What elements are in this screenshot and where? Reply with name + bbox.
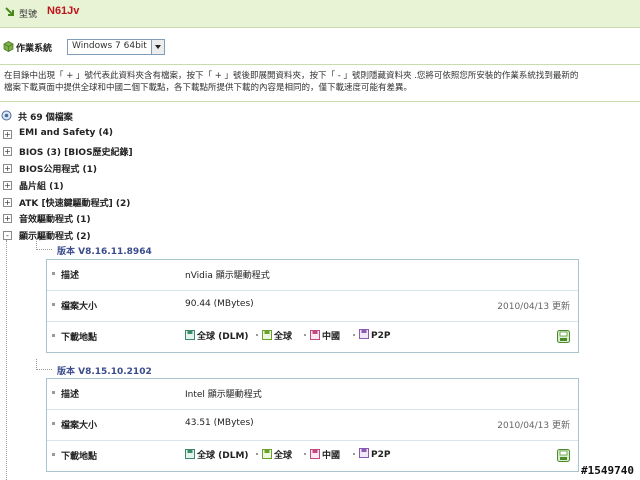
version-label: 版本 V8.16.11.8964 bbox=[57, 247, 152, 257]
size-label: 檔案大小 bbox=[61, 302, 98, 312]
dropdown-button[interactable] bbox=[151, 40, 164, 54]
link-label[interactable]: 中國 bbox=[322, 451, 340, 461]
link-label[interactable]: P2P bbox=[371, 331, 390, 341]
os-select-value: Windows 7 64bit bbox=[72, 41, 147, 51]
save-icon[interactable] bbox=[557, 330, 570, 343]
expand-icon[interactable]: + bbox=[3, 181, 12, 190]
tree-root-icon bbox=[1, 110, 12, 121]
model-label: 型號 bbox=[19, 10, 38, 20]
separator-dot bbox=[353, 453, 355, 455]
separator-dot bbox=[304, 334, 306, 336]
category-label[interactable]: ATK [快速鍵驅動程式] (2) bbox=[19, 196, 130, 209]
description-value: nVidia 顯示驅動程式 bbox=[185, 271, 270, 281]
disk-icon bbox=[185, 449, 195, 459]
description-label: 描述 bbox=[61, 390, 80, 400]
disk-icon bbox=[359, 329, 369, 339]
version-label: 版本 V8.15.10.2102 bbox=[57, 367, 152, 377]
size-row: 檔案大小 43.51 (MBytes) 2010/04/13 更新 bbox=[47, 410, 578, 441]
link-label[interactable]: 全球 (DLM) bbox=[197, 332, 249, 342]
disk-icon bbox=[185, 330, 195, 340]
link-label[interactable]: 中國 bbox=[322, 332, 340, 342]
bullet bbox=[52, 272, 55, 275]
bullet bbox=[52, 453, 55, 456]
disk-icon bbox=[262, 330, 272, 340]
expand-icon[interactable]: + bbox=[3, 198, 12, 207]
category-label[interactable]: 音效驅動程式 (1) bbox=[19, 212, 91, 225]
link-label[interactable]: 全球 bbox=[274, 451, 292, 461]
chevron-down-icon bbox=[155, 45, 161, 49]
disk-icon bbox=[310, 330, 320, 340]
update-date: 2010/04/13 更新 bbox=[497, 421, 570, 431]
category-label[interactable]: 晶片組 (1) bbox=[19, 179, 64, 192]
expand-icon[interactable]: + bbox=[3, 147, 12, 156]
disk-icon bbox=[359, 448, 369, 458]
category-label[interactable]: 顯示驅動程式 (2) bbox=[19, 229, 91, 242]
category-label[interactable]: BIOS (3) [BIOS歷史紀錄] bbox=[19, 145, 133, 158]
tree-connector bbox=[36, 359, 52, 370]
divider bbox=[0, 101, 640, 102]
arrow-down-right-icon bbox=[5, 7, 14, 16]
expand-icon[interactable]: + bbox=[3, 214, 12, 223]
update-date: 2010/04/13 更新 bbox=[497, 302, 570, 312]
driver-panel: 描述 nVidia 顯示驅動程式 檔案大小 90.44 (MBytes) 201… bbox=[46, 259, 579, 353]
description-label: 描述 bbox=[61, 271, 80, 281]
description-row: 描述 nVidia 顯示驅動程式 bbox=[47, 260, 578, 291]
download-china-link[interactable]: 中國 bbox=[304, 448, 340, 461]
description-row: 描述 Intel 顯示驅動程式 bbox=[47, 379, 578, 410]
expand-icon[interactable]: + bbox=[3, 164, 12, 173]
size-value: 43.51 (MBytes) bbox=[185, 418, 254, 428]
save-icon[interactable] bbox=[557, 449, 570, 462]
disk-icon bbox=[262, 449, 272, 459]
bullet bbox=[52, 391, 55, 394]
download-row: 下載地點 全球 (DLM) 全球 中國 P2P bbox=[47, 441, 578, 471]
model-header: 型號 N61Jv bbox=[0, 0, 640, 28]
disk-icon bbox=[310, 449, 320, 459]
model-value: N61Jv bbox=[47, 5, 80, 17]
driver-panel: 描述 Intel 顯示驅動程式 檔案大小 43.51 (MBytes) 2010… bbox=[46, 378, 579, 472]
separator-dot bbox=[256, 453, 258, 455]
download-p2p-link[interactable]: P2P bbox=[353, 448, 390, 460]
download-global-dlm-link[interactable]: 全球 (DLM) bbox=[185, 329, 249, 342]
download-p2p-link[interactable]: P2P bbox=[353, 329, 390, 341]
collapse-icon[interactable]: - bbox=[3, 231, 12, 240]
instructions-line-1: 在目錄中出現「 + 」號代表此資料夾含有檔案，按下「 + 」號後即展開資料夾，按… bbox=[4, 71, 579, 81]
separator-dot bbox=[353, 334, 355, 336]
watermark: #1549740 bbox=[581, 464, 634, 477]
link-label[interactable]: 全球 bbox=[274, 332, 292, 342]
download-global-link[interactable]: 全球 bbox=[256, 448, 292, 461]
expand-icon[interactable]: + bbox=[3, 130, 12, 139]
divider bbox=[0, 64, 640, 65]
os-label: 作業系統 bbox=[16, 44, 53, 54]
separator-dot bbox=[256, 334, 258, 336]
instructions-line-2: 檔案下載頁面中提供全球和中國二個下載點，各下載點所提供下載的內容是相同的，僅下載… bbox=[4, 83, 413, 93]
category-label[interactable]: BIOS公用程式 (1) bbox=[19, 162, 97, 175]
size-row: 檔案大小 90.44 (MBytes) 2010/04/13 更新 bbox=[47, 291, 578, 322]
download-china-link[interactable]: 中國 bbox=[304, 329, 340, 342]
download-label: 下載地點 bbox=[61, 452, 98, 462]
os-select[interactable]: Windows 7 64bit bbox=[67, 39, 165, 55]
download-label: 下載地點 bbox=[61, 333, 98, 343]
bullet bbox=[52, 303, 55, 306]
os-selector-row: 作業系統 Windows 7 64bit bbox=[0, 38, 640, 56]
file-total-label: 共 69 個檔案 bbox=[18, 113, 73, 123]
instructions-text: 在目錄中出現「 + 」號代表此資料夾含有檔案，按下「 + 」號後即展開資料夾，按… bbox=[4, 70, 640, 94]
link-label[interactable]: P2P bbox=[371, 450, 390, 460]
link-label[interactable]: 全球 (DLM) bbox=[197, 451, 249, 461]
tree-connector bbox=[6, 240, 7, 480]
download-row: 下載地點 全球 (DLM) 全球 中國 P2P bbox=[47, 322, 578, 352]
cube-icon bbox=[3, 41, 14, 52]
download-global-dlm-link[interactable]: 全球 (DLM) bbox=[185, 448, 249, 461]
size-value: 90.44 (MBytes) bbox=[185, 299, 254, 309]
bullet bbox=[52, 334, 55, 337]
bullet bbox=[52, 422, 55, 425]
download-global-link[interactable]: 全球 bbox=[256, 329, 292, 342]
separator-dot bbox=[304, 453, 306, 455]
size-label: 檔案大小 bbox=[61, 421, 98, 431]
description-value: Intel 顯示驅動程式 bbox=[185, 390, 262, 400]
category-label[interactable]: EMI and Safety (4) bbox=[19, 128, 113, 138]
tree-connector bbox=[36, 239, 52, 250]
